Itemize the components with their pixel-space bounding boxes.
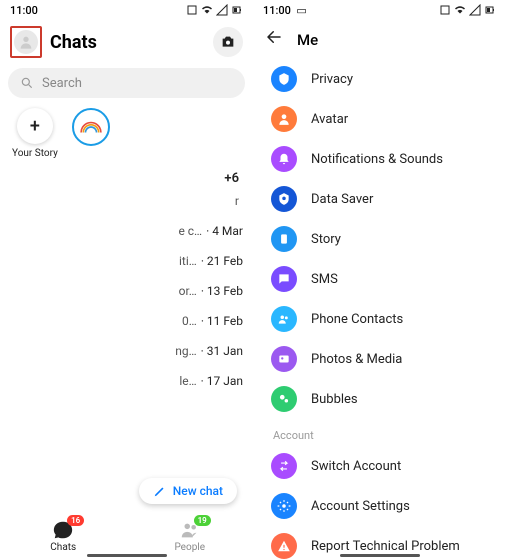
nav-people[interactable]: 19 People [127,512,254,560]
nav-chats[interactable]: 16 Chats [0,512,127,560]
status-time: 11:00 [10,4,38,17]
your-story-label: Your Story [12,148,58,159]
row-label: Account Settings [311,499,410,514]
chat-row[interactable]: le…· 17 Jan [0,366,253,396]
bottom-nav: 16 Chats 19 People [0,512,253,560]
battery-icon [231,4,243,16]
status-icons [186,4,243,16]
phone-right: 11:00 ▭ Me Privacy Avatar Notifications … [253,0,506,560]
sms-icon [271,266,297,292]
row-story[interactable]: Story [259,219,506,259]
row-sms[interactable]: SMS [259,259,506,299]
home-indicator [87,554,167,557]
status-time: 11:00 ▭ [263,4,307,17]
pencil-icon [153,484,167,498]
me-header: Me [253,20,506,59]
photos-icon [271,346,297,372]
row-avatar[interactable]: Avatar [259,99,506,139]
your-story[interactable]: + Your Story [12,108,58,159]
square-icon [186,4,198,16]
signal-icon [469,4,481,16]
camera-button[interactable] [213,27,243,57]
rainbow-icon [80,120,102,134]
wifi-icon [201,4,213,16]
row-phone-contacts[interactable]: Phone Contacts [259,299,506,339]
row-label: Data Saver [311,192,373,207]
stories-row: + Your Story [0,102,253,165]
chat-row[interactable]: 0…· 11 Feb [0,306,253,336]
chats-header: Chats [0,20,253,64]
row-photos-media[interactable]: Photos & Media [259,339,506,379]
row-bubbles[interactable]: Bubbles [259,379,506,419]
row-label: SMS [311,272,338,287]
chat-row[interactable]: iti…· 21 Feb [0,246,253,276]
chat-row[interactable]: ng…· 31 Jan [0,336,253,366]
story-avatar [72,108,110,146]
bell-icon [271,146,297,172]
chat-row[interactable]: or…· 13 Feb [0,276,253,306]
people-icon: 19 [179,519,201,541]
settings-list[interactable]: Privacy Avatar Notifications & Sounds Da… [253,59,506,560]
phone-left: 11:00 Chats Search + Your Story [0,0,253,560]
nav-people-label: People [174,542,205,553]
section-account: Account [259,419,506,446]
search-icon [20,76,34,90]
page-title: Chats [50,32,97,53]
row-privacy[interactable]: Privacy [259,59,506,99]
row-label: Phone Contacts [311,312,403,327]
person-icon [18,34,34,50]
row-label: Notifications & Sounds [311,152,443,167]
new-chat-label: New chat [173,484,223,498]
story-item[interactable] [72,108,110,159]
header-left-group: Chats [10,26,97,58]
contacts-icon [271,306,297,332]
row-notifications[interactable]: Notifications & Sounds [259,139,506,179]
search-placeholder: Search [42,76,82,91]
row-label: Report Technical Problem [311,539,460,554]
people-badge: 19 [194,515,211,526]
search-input[interactable]: Search [8,68,245,98]
status-bar: 11:00 [0,0,253,20]
avatar-icon [271,106,297,132]
arrow-left-icon [265,28,283,46]
row-account-settings[interactable]: Account Settings [259,486,506,526]
settings-icon [271,493,297,519]
profile-avatar-highlight [10,26,42,58]
switch-icon [271,453,297,479]
chat-row[interactable]: e c…· 4 Mar [0,216,253,246]
row-label: Privacy [311,72,353,87]
status-bar: 11:00 ▭ [253,0,506,20]
row-data-saver[interactable]: Data Saver [259,179,506,219]
row-label: Bubbles [311,392,358,407]
nav-chats-label: Chats [50,542,76,553]
chat-row[interactable]: r [0,186,253,216]
privacy-icon [271,66,297,92]
wifi-icon [454,4,466,16]
page-title: Me [297,31,318,49]
profile-avatar[interactable] [14,30,38,54]
signal-icon [216,4,228,16]
warning-icon [271,533,297,559]
row-switch-account[interactable]: Switch Account [259,446,506,486]
status-icons [439,4,496,16]
square-icon [439,4,451,16]
row-label: Avatar [311,112,348,127]
bubbles-icon [271,386,297,412]
chat-bubble-icon: 16 [52,519,74,541]
shield-icon [271,186,297,212]
story-icon [271,226,297,252]
plus-count: +6 [0,171,253,186]
back-button[interactable] [265,28,283,51]
home-indicator [340,554,420,557]
new-chat-button[interactable]: New chat [139,478,237,504]
plus-icon: + [17,108,53,144]
battery-icon [484,4,496,16]
camera-icon [220,34,236,50]
row-label: Story [311,232,341,247]
chats-badge: 16 [67,515,84,526]
row-label: Switch Account [311,459,401,474]
row-label: Photos & Media [311,352,402,367]
